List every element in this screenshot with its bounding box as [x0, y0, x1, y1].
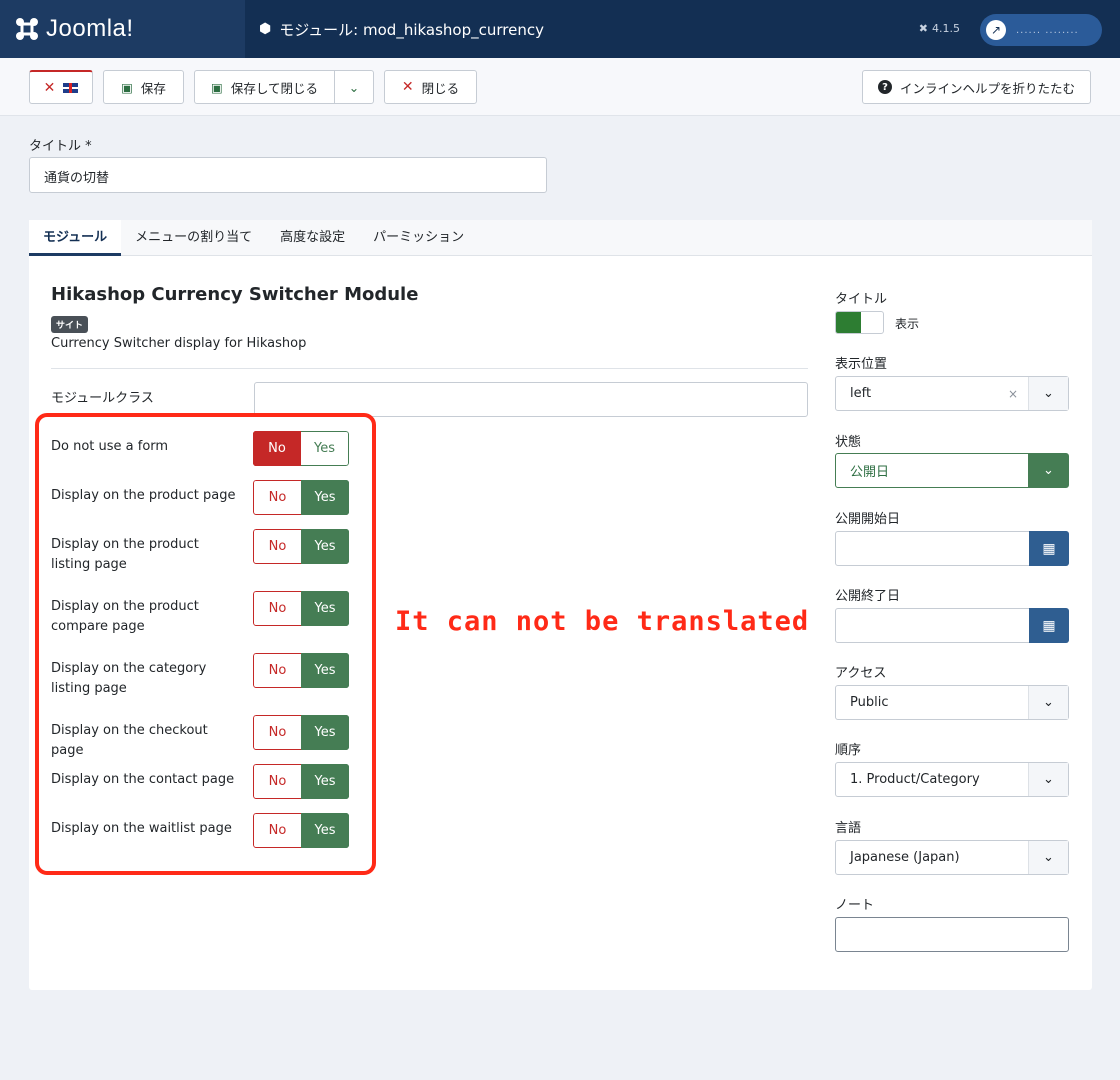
- title-input[interactable]: 通貨の切替: [29, 157, 547, 193]
- chevron-down-icon: ⌄: [1028, 763, 1068, 796]
- annotation-highlight-box: [35, 413, 376, 875]
- status-value: 公開日: [850, 465, 890, 480]
- floppy-icon: ▣: [211, 79, 223, 95]
- tab-bar: モジュール メニューの割り当て 高度な設定 パーミッション: [29, 220, 1092, 256]
- calendar-icon[interactable]: ▦: [1029, 531, 1069, 566]
- tab-module[interactable]: モジュール: [29, 220, 122, 256]
- annotation-text: It can not be translated: [395, 606, 810, 637]
- tab-permissions[interactable]: パーミッション: [359, 220, 478, 256]
- save-close-button[interactable]: ▣ 保存して閉じる: [194, 70, 335, 104]
- uk-flag-icon: [63, 82, 79, 93]
- external-link-icon: ↗: [986, 20, 1006, 40]
- sidebar-title-label: タイトル: [835, 292, 888, 307]
- close-label: 閉じる: [421, 80, 460, 96]
- chevron-down-icon: ⌄: [1028, 686, 1068, 719]
- access-label: アクセス: [835, 666, 887, 681]
- joomla-logo-icon: [16, 18, 38, 40]
- version-info: ✖ 4.1.5: [919, 22, 960, 35]
- clear-icon[interactable]: ×: [1008, 387, 1018, 401]
- save-label: 保存: [140, 80, 166, 96]
- note-input[interactable]: [835, 917, 1069, 952]
- question-icon: ?: [877, 80, 892, 94]
- help-label: インラインヘルプを折りたたむ: [899, 80, 1075, 96]
- language-value: Japanese (Japan): [850, 850, 960, 865]
- tab-menu-assignment[interactable]: メニューの割り当て: [121, 220, 266, 256]
- access-select[interactable]: Public ⌄: [835, 685, 1069, 720]
- title-show-toggle[interactable]: [835, 311, 884, 334]
- status-select[interactable]: 公開日 ⌄: [835, 453, 1069, 488]
- joomla-small-icon: ✖: [918, 22, 928, 35]
- floppy-icon: ▣: [121, 79, 133, 95]
- status-label: 状態: [835, 435, 862, 450]
- publish-down-label: 公開終了日: [835, 589, 901, 604]
- joomla-logo[interactable]: Joomla!: [0, 0, 245, 58]
- chevron-down-icon[interactable]: ⌄: [1028, 377, 1068, 410]
- tab-advanced[interactable]: 高度な設定: [266, 220, 359, 256]
- language-button[interactable]: ✕: [29, 70, 93, 104]
- toggle-on-indicator: [836, 312, 861, 333]
- page-title-text: モジュール: mod_hikashop_currency: [279, 20, 544, 39]
- close-icon: ✕: [43, 79, 56, 96]
- chevron-down-icon: ⌄: [348, 79, 360, 95]
- cube-icon: ⬢: [259, 21, 272, 37]
- chevron-down-icon: ⌄: [1028, 454, 1068, 487]
- close-button[interactable]: ✕ 閉じる: [384, 70, 477, 104]
- publish-down-input[interactable]: ▦: [835, 608, 1069, 643]
- module-description: Currency Switcher display for Hikashop: [51, 336, 307, 351]
- close-icon: ✕: [401, 79, 414, 95]
- position-value: left: [850, 386, 872, 401]
- user-menu-button[interactable]: ↗ ...... ........: [980, 14, 1102, 46]
- publish-up-input[interactable]: ▦: [835, 531, 1069, 566]
- save-options-dropdown[interactable]: ⌄: [334, 70, 374, 104]
- language-label: 言語: [835, 821, 862, 836]
- ordering-value: 1. Product/Category: [850, 772, 980, 787]
- ordering-select[interactable]: 1. Product/Category ⌄: [835, 762, 1069, 797]
- calendar-icon[interactable]: ▦: [1029, 608, 1069, 643]
- position-label: 表示位置: [835, 357, 888, 372]
- access-value: Public: [850, 695, 889, 710]
- brand-name: Joomla!: [46, 15, 134, 42]
- note-label: ノート: [835, 898, 875, 913]
- chevron-down-icon: ⌄: [1028, 841, 1068, 874]
- title-label: タイトル *: [29, 139, 92, 154]
- ordering-label: 順序: [835, 743, 862, 758]
- module-class-label: モジュールクラス: [51, 391, 154, 406]
- header-bar: Joomla! ⬢ モジュール: mod_hikashop_currency ✖…: [0, 0, 1120, 58]
- title-show-label: 表示: [895, 317, 920, 331]
- position-select[interactable]: left × ⌄: [835, 376, 1069, 411]
- publish-up-label: 公開開始日: [835, 512, 901, 527]
- divider: [51, 368, 808, 369]
- version-text: 4.1.5: [932, 22, 960, 35]
- save-close-label: 保存して閉じる: [230, 80, 318, 96]
- save-button[interactable]: ▣ 保存: [103, 70, 184, 104]
- module-class-input[interactable]: [254, 382, 808, 417]
- user-name: ...... ........: [1016, 24, 1079, 36]
- module-name: Hikashop Currency Switcher Module: [51, 284, 419, 305]
- help-toggle-button[interactable]: ? インラインヘルプを折りたたむ: [862, 70, 1091, 104]
- language-select[interactable]: Japanese (Japan) ⌄: [835, 840, 1069, 875]
- toolbar: ✕ ▣ 保存 ▣ 保存して閉じる ⌄ ✕ 閉じる ? インラインヘルプを折りたた…: [0, 58, 1120, 116]
- page-title: ⬢ モジュール: mod_hikashop_currency: [259, 19, 544, 40]
- site-badge: サイト: [51, 316, 89, 333]
